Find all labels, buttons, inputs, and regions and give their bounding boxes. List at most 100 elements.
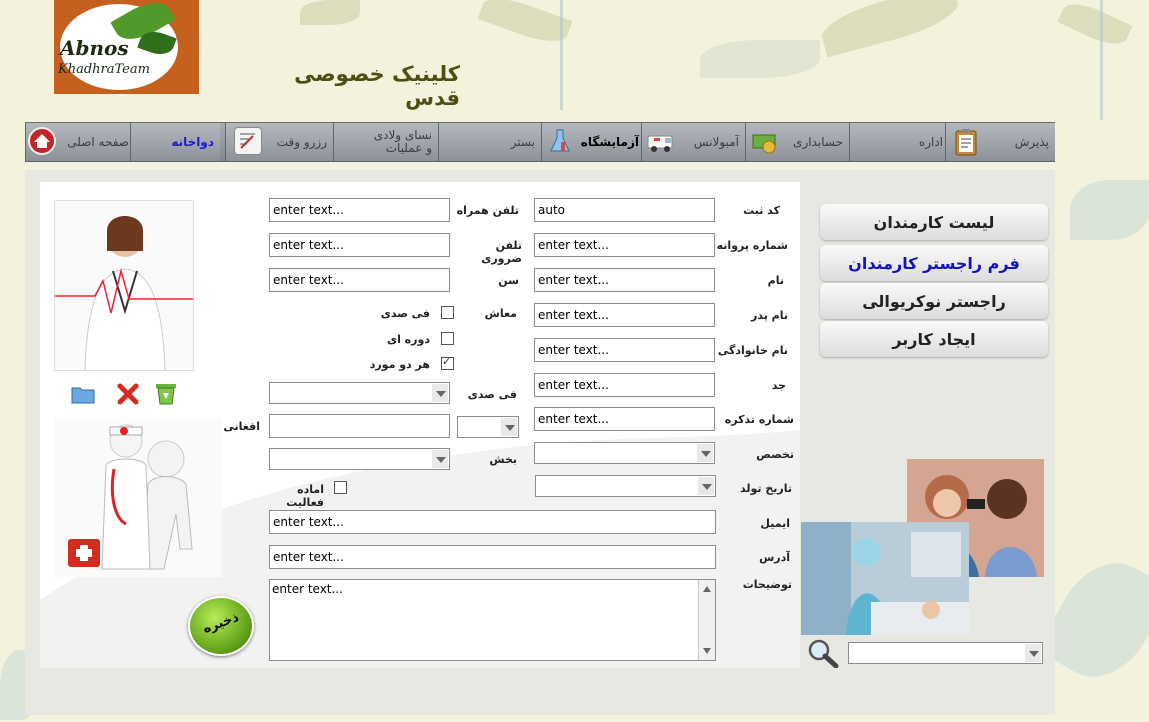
nav-accounting[interactable]: حسابداری xyxy=(745,123,849,161)
menu-employee-list[interactable]: لیست کارمندان xyxy=(820,204,1048,240)
calendar-note-icon xyxy=(234,127,262,155)
reg-code-input[interactable] xyxy=(534,198,715,222)
description-textarea[interactable]: enter text... xyxy=(269,579,716,661)
nav-maternity[interactable]: نسای ولادی و عملیات xyxy=(333,123,438,161)
nav-label: آمبولانس xyxy=(693,134,739,149)
nav-label: بستر xyxy=(510,134,535,149)
currency-select[interactable] xyxy=(457,416,519,438)
family-name-input[interactable] xyxy=(534,338,715,362)
clinic-title: کلینیک خصوصی قدس xyxy=(294,62,460,110)
email-label: ایمیل xyxy=(760,517,790,530)
save-button[interactable]: ذخیره xyxy=(188,596,254,656)
hospital-scene-photo xyxy=(801,522,969,635)
textarea-scrollbar[interactable] xyxy=(698,580,715,660)
folder-icon[interactable] xyxy=(70,382,96,406)
salary-percent-checkbox[interactable] xyxy=(441,306,454,319)
nav-administration[interactable]: اداره xyxy=(849,123,949,161)
cash-icon xyxy=(750,127,778,155)
companion-phone-input[interactable] xyxy=(269,198,450,222)
nav-inpatient[interactable]: بستر xyxy=(438,123,541,161)
employee-photo xyxy=(54,200,194,371)
chevron-down-icon xyxy=(1025,644,1041,662)
amount-input[interactable] xyxy=(269,414,450,438)
flask-icon xyxy=(546,127,574,155)
chevron-down-icon xyxy=(432,450,448,468)
main-navbar: صفحه اصلی دواخانه رزرو وقت نسای ولادی و ع… xyxy=(25,122,1055,162)
father-name-label: نام پدر xyxy=(751,309,788,322)
background-leaf xyxy=(300,0,360,25)
salary-periodic-checkbox[interactable] xyxy=(441,332,454,345)
emergency-phone-label: تلفن ضروری xyxy=(481,239,522,265)
active-ready-checkbox[interactable] xyxy=(334,481,347,494)
home-icon xyxy=(28,127,56,155)
nav-reception[interactable]: پذیرش xyxy=(945,123,1055,161)
address-label: آدرس xyxy=(759,551,790,564)
doctor-illustration xyxy=(54,419,222,577)
reg-code-label: کد ثبت xyxy=(743,204,780,217)
background-leaf xyxy=(1057,0,1133,52)
logo-subtext: KhadhraTeam xyxy=(58,62,150,77)
nav-laboratory[interactable]: آزمایشگاه xyxy=(541,123,645,161)
background-branch xyxy=(560,0,563,110)
name-input[interactable] xyxy=(534,268,715,292)
logo-text: Abnos xyxy=(60,36,129,60)
logo: Abnos KhadhraTeam xyxy=(54,0,199,94)
nav-ambulance[interactable]: آمبولانس xyxy=(641,123,745,161)
salary-both-checkbox[interactable] xyxy=(441,355,454,370)
department-select[interactable] xyxy=(269,448,450,470)
salary-option-label: هر دو مورد xyxy=(369,358,430,371)
nav-label: رزرو وقت xyxy=(276,134,327,149)
nav-label: اداره xyxy=(918,134,943,149)
age-label: سن xyxy=(498,274,519,287)
search-icon[interactable] xyxy=(806,638,840,669)
recycle-icon[interactable] xyxy=(152,380,180,406)
delete-icon[interactable] xyxy=(116,382,140,406)
description-label: توضیحات xyxy=(742,578,792,591)
nav-label: دواخانه xyxy=(171,134,214,149)
background-leaf xyxy=(817,0,963,58)
menu-create-user[interactable]: ایجاد کاربر xyxy=(820,321,1048,357)
grandfather-input[interactable] xyxy=(534,373,715,397)
percent-select[interactable] xyxy=(269,382,450,404)
ambulance-icon xyxy=(646,127,674,155)
nav-label: آزمایشگاه xyxy=(580,134,639,149)
father-name-input[interactable] xyxy=(534,303,715,327)
address-input[interactable] xyxy=(269,545,716,569)
name-label: نام xyxy=(767,274,784,287)
companion-phone-label: تلفن همراه xyxy=(456,204,519,217)
search-select[interactable] xyxy=(848,642,1043,664)
nav-label: صفحه اصلی xyxy=(67,134,129,149)
birth-date-select[interactable] xyxy=(535,475,716,497)
nav-appointments[interactable]: رزرو وقت xyxy=(225,123,333,161)
license-no-input[interactable] xyxy=(534,233,715,257)
email-input[interactable] xyxy=(269,510,716,534)
birth-date-label: تاریخ تولد xyxy=(740,482,792,495)
age-input[interactable] xyxy=(269,268,450,292)
menu-employee-register-form[interactable]: فرم راجستر کارمندان xyxy=(820,245,1048,281)
nav-home[interactable]: صفحه اصلی xyxy=(25,123,135,161)
specialty-select[interactable] xyxy=(534,442,715,464)
nav-label: حسابداری xyxy=(793,134,843,149)
save-button-label: ذخیره xyxy=(200,610,241,637)
afghani-label: افغانی xyxy=(223,420,260,433)
menu-shift-register[interactable]: راجستر نوکریوالی xyxy=(820,283,1048,319)
license-no-label: شماره پروانه xyxy=(716,239,788,252)
background-branch xyxy=(1100,0,1103,120)
chevron-down-icon xyxy=(501,418,517,436)
chevron-down-icon xyxy=(698,477,714,495)
tazkira-no-input[interactable] xyxy=(534,407,715,431)
salary-label: معاش xyxy=(484,307,517,320)
clipboard-icon xyxy=(952,127,980,156)
salary-option-label: فی صدی xyxy=(380,307,430,320)
grandfather-label: جد xyxy=(771,379,786,392)
description-text: enter text... xyxy=(272,582,343,596)
background-leaf xyxy=(477,0,573,50)
salary-option-label: دوره ای xyxy=(387,333,430,346)
active-ready-label: اماده فعالیت xyxy=(286,483,324,509)
chevron-down-icon xyxy=(697,444,713,462)
background-leaf xyxy=(700,40,820,78)
family-name-label: نام خانوادگی xyxy=(717,344,788,357)
nav-pharmacy[interactable]: دواخانه xyxy=(130,123,220,161)
percent-label: فی صدی xyxy=(467,388,517,401)
emergency-phone-input[interactable] xyxy=(269,233,450,257)
